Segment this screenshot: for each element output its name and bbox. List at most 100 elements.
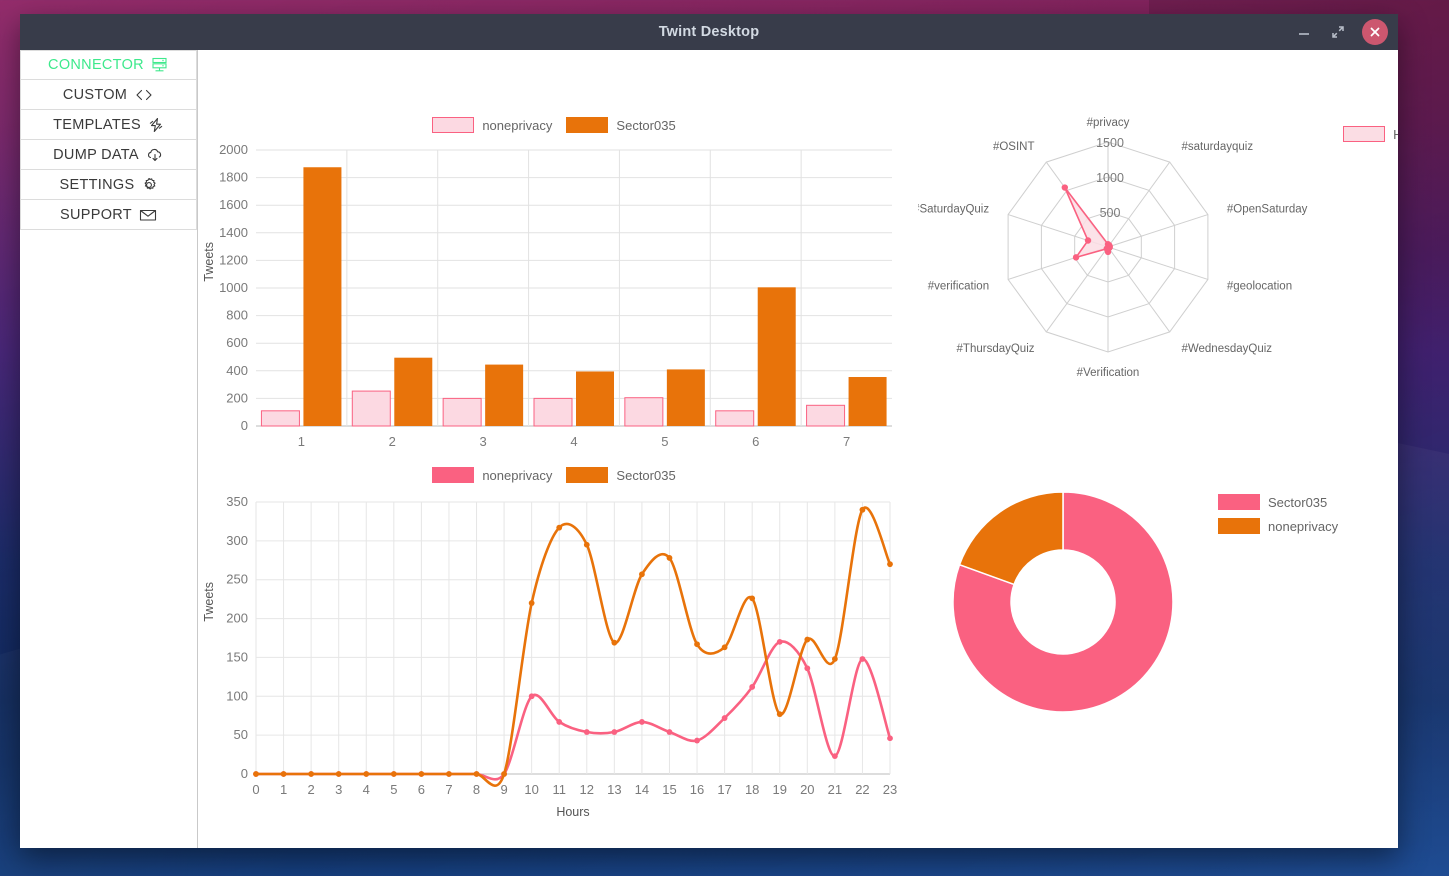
line-chart-xlabel: Hours (556, 805, 589, 818)
bar-chart-ytick: 0 (241, 418, 248, 433)
bar-noneprivacy[interactable] (715, 410, 755, 427)
radar-data-point[interactable] (1103, 245, 1110, 252)
legend-entry-sector035[interactable]: Sector035 (1218, 494, 1338, 510)
line-data-point[interactable] (473, 771, 480, 777)
radar-data-point[interactable] (1061, 184, 1068, 191)
line-data-point[interactable] (804, 636, 811, 643)
line-data-point[interactable] (611, 729, 618, 735)
line-chart-xtick: 5 (390, 782, 397, 797)
line-chart-xtick: 15 (662, 782, 676, 797)
line-data-point[interactable] (694, 737, 700, 744)
radar-axis-label: #OpenSaturday (1227, 203, 1308, 215)
bar-chart-ylabel: Tweets (202, 242, 216, 282)
radar-chart-panel: Hashtags 500 1000 1500 #privacy #saturdayqui… (913, 112, 1398, 402)
bar-sector035[interactable] (394, 357, 433, 426)
sidebar-item-settings[interactable]: SETTINGS (20, 170, 197, 200)
line-data-point[interactable] (776, 711, 783, 718)
line-data-point[interactable] (859, 506, 866, 513)
line-series-sector035[interactable] (254, 506, 892, 787)
line-data-point[interactable] (528, 693, 535, 700)
bar-noneprivacy[interactable] (351, 390, 391, 427)
radar-data-point[interactable] (1084, 237, 1092, 244)
bar-noneprivacy[interactable] (533, 397, 573, 427)
radar-data-point[interactable] (1072, 254, 1080, 261)
bar-chart-svg: 0 200 400 600 800 1000 1200 1400 1600 1800 2000 1 2 3… (219, 142, 892, 449)
bar-chart-legend: noneprivacy Sector035 (204, 112, 904, 138)
line-data-point[interactable] (501, 771, 507, 777)
line-data-point[interactable] (831, 753, 838, 760)
line-data-point[interactable] (611, 639, 618, 646)
line-chart-xtick: 6 (418, 782, 425, 797)
bar-noneprivacy[interactable] (442, 397, 482, 427)
line-data-point[interactable] (308, 771, 315, 777)
bar-sector035[interactable] (666, 369, 705, 426)
line-data-point[interactable] (887, 561, 893, 568)
line-data-point[interactable] (335, 771, 342, 777)
line-data-point[interactable] (363, 771, 370, 777)
donut-slice-noneprivacy[interactable] (958, 491, 1064, 586)
minimize-icon[interactable] (1294, 22, 1314, 42)
line-data-point[interactable] (859, 656, 866, 662)
bar-noneprivacy[interactable] (806, 404, 846, 427)
line-series-noneprivacy[interactable] (254, 640, 892, 781)
bar-chart-xtick: 3 (480, 434, 487, 449)
radar-ring-label: 1500 (1096, 136, 1124, 150)
line-data-point[interactable] (749, 595, 756, 602)
line-data-point[interactable] (446, 771, 452, 777)
radar-ring-label: 500 (1100, 206, 1121, 220)
bar-noneprivacy[interactable] (260, 410, 300, 427)
line-data-point[interactable] (887, 735, 893, 742)
bar-sector035[interactable] (848, 377, 887, 426)
line-data-point[interactable] (639, 571, 645, 578)
bar-chart-ytick: 600 (226, 335, 248, 350)
maximize-icon[interactable] (1328, 22, 1348, 42)
legend-entry-noneprivacy[interactable]: noneprivacy (432, 117, 552, 133)
line-data-point[interactable] (639, 719, 645, 725)
line-chart-xtick: 1 (280, 782, 287, 797)
bar-sector035[interactable] (757, 287, 796, 426)
legend-entry-noneprivacy[interactable]: noneprivacy (1218, 518, 1338, 534)
legend-entry-sector035[interactable]: Sector035 (566, 117, 676, 133)
bar-noneprivacy[interactable] (624, 397, 664, 427)
close-icon[interactable] (1362, 19, 1388, 45)
line-data-point[interactable] (418, 771, 425, 777)
sidebar-item-templates[interactable]: TEMPLATES (20, 110, 197, 140)
legend-entry-sector035[interactable]: Sector035 (566, 467, 676, 483)
line-data-point[interactable] (666, 555, 673, 561)
sidebar-item-custom[interactable]: CUSTOM (20, 80, 197, 110)
bar-sector035[interactable] (303, 167, 342, 426)
radar-series-hashtags[interactable] (1064, 187, 1111, 259)
line-data-point[interactable] (253, 771, 259, 777)
line-data-point[interactable] (583, 729, 590, 735)
line-data-point[interactable] (556, 719, 563, 725)
sidebar-item-connector[interactable]: CONNECTOR (20, 50, 197, 80)
radar-chart-legend[interactable]: Hashtags (1343, 126, 1398, 142)
line-chart-ytick: 0 (241, 766, 248, 781)
sidebar-item-support[interactable]: SUPPORT (20, 200, 197, 230)
bar-sector035[interactable] (485, 364, 524, 426)
line-data-point[interactable] (721, 715, 728, 721)
line-data-point[interactable] (721, 644, 728, 651)
line-data-point[interactable] (583, 541, 590, 548)
legend-entry-noneprivacy[interactable]: noneprivacy (432, 467, 552, 483)
line-data-point[interactable] (776, 638, 783, 645)
bar-sector035[interactable] (576, 371, 614, 426)
sidebar-item-dump-data[interactable]: DUMP DATA (20, 140, 197, 170)
gear-icon (141, 177, 157, 193)
bar-chart-xtick: 1 (298, 434, 305, 449)
line-data-point[interactable] (390, 771, 397, 777)
line-data-point[interactable] (280, 771, 287, 777)
line-data-point[interactable] (556, 524, 563, 531)
line-data-point[interactable] (666, 729, 673, 735)
radar-axis-label: #OSINT (993, 141, 1035, 153)
line-data-point[interactable] (804, 665, 811, 672)
bar-chart-panel: noneprivacy Sector035 Tweets 0 200 400 600 8… (202, 112, 904, 462)
line-data-point[interactable] (749, 684, 756, 690)
dashboard-content: noneprivacy Sector035 Tweets 0 200 400 600 8… (198, 50, 1398, 848)
line-data-point[interactable] (831, 656, 838, 662)
bar-chart-ytick: 1000 (219, 280, 248, 295)
window-titlebar[interactable]: Twint Desktop (20, 14, 1398, 50)
line-chart-xtick: 20 (800, 782, 814, 797)
line-data-point[interactable] (528, 600, 535, 606)
line-data-point[interactable] (694, 641, 700, 648)
